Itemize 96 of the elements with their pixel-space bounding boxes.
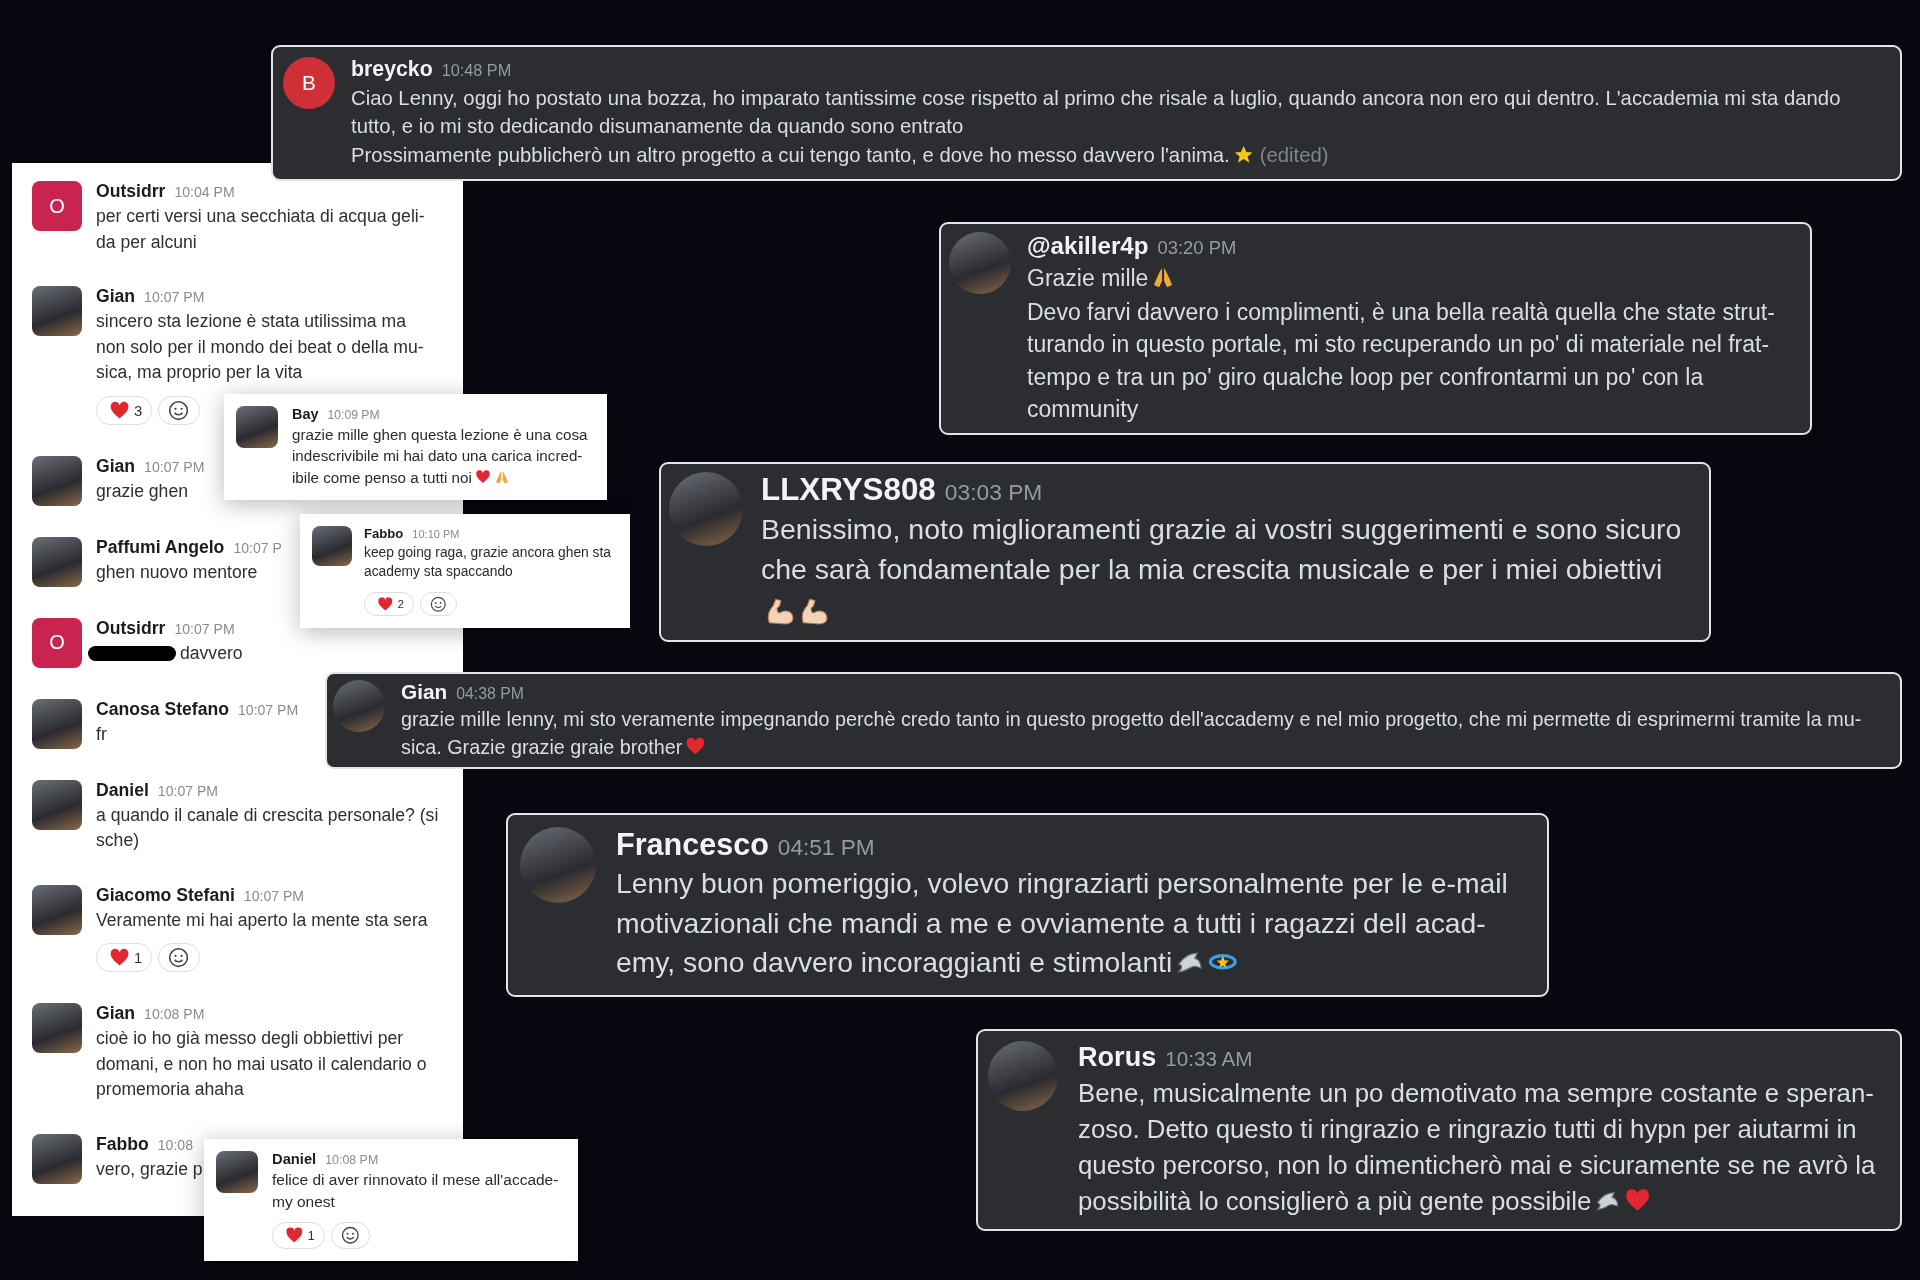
author-name: Gian (96, 1003, 136, 1025)
reaction-button[interactable]: 1 (272, 1222, 325, 1249)
avatar-photo (32, 455, 82, 506)
reaction-button[interactable]: 3 (96, 395, 153, 425)
author-name: Outsidrr (96, 181, 166, 202)
message-text: ghen nuovo mentore (96, 561, 258, 582)
author-name: Paffumi Angelo (96, 536, 225, 558)
message-time: 04:38 PM (456, 685, 524, 703)
message-text: my onest (272, 1192, 335, 1210)
message-text: felice di aver rinnovato il mese all'accade- (272, 1170, 559, 1190)
message-text: Prossimamente pubblicherò un altro progetto a cui tengo tanto, e dove ho messo davvero l'anima. (351, 143, 1230, 166)
avatar-photo (32, 536, 82, 587)
author-name: Bay (292, 406, 319, 422)
message-text: Benissimo, noto miglioramenti grazie ai vostri suggerimenti e sono sicuro (761, 512, 1682, 547)
author-name: Daniel (272, 1151, 317, 1167)
message-text: grazie mille lenny, mi sto veramente impegnando perchè credo tanto in questo progetto dell'accademy e nel mio progetto, che mi permette di esprimermi tramite la mu- (401, 707, 1862, 732)
message-time: 10:48 PM (441, 61, 512, 80)
heart-icon (285, 1226, 304, 1245)
message-text: Veramente mi hai aperto la mente sta sera (96, 909, 428, 930)
message-text: a quando il canale di crescita personale? (si (96, 803, 439, 827)
message-text: Grazie mille (1027, 265, 1149, 291)
author-name: Rorus (1078, 1041, 1157, 1073)
message-text: promemoria ahaha (96, 1079, 244, 1100)
smiley-icon (430, 595, 447, 613)
message-text: davvero (180, 642, 243, 663)
author-name: @akiller4p (1027, 232, 1149, 260)
author-name: Fabbo (96, 1133, 149, 1155)
message-text: per certi versi una secchiata di acqua geli- (96, 205, 425, 228)
message-time: 10:08 PM (325, 1153, 379, 1167)
message-time: 03:03 PM (944, 479, 1043, 506)
edited-label: (edited) (1259, 143, 1329, 166)
letter-avatar: B (283, 57, 335, 109)
add-reaction-button[interactable] (330, 1222, 370, 1249)
add-reaction-button[interactable] (420, 591, 457, 617)
message-text: Devo farvi davvero i complimenti, è una bella realtà quella che state strut- turando in questo portale, mi sto recuperando un po' di materiale nel frat- tempo e tra un po' giro qualche loop per confrontarmi un po' con la community (1027, 299, 1775, 422)
message-text: possibilità lo consiglierò a più gente possibile (1078, 1187, 1592, 1216)
author-name: Gian (401, 680, 448, 704)
heart-icon (109, 399, 131, 421)
message-time: 10:07 PM (174, 620, 235, 637)
message-time: 10:08 (157, 1136, 193, 1153)
avatar-photo (312, 526, 352, 566)
message-text: sica. Grazie grazie graie brother (401, 735, 683, 758)
message-text: emy, sono davvero incoraggianti e stimolanti (616, 946, 1173, 979)
smiley-icon (168, 947, 190, 969)
message-time: 10:10 PM (412, 528, 460, 540)
message-time: 10:07 PM (144, 289, 205, 305)
avatar-photo (236, 406, 278, 448)
avatar-photo (32, 1133, 82, 1184)
message-time: 10:33 AM (1165, 1047, 1253, 1071)
message-time: 10:07 PM (243, 887, 305, 904)
add-reaction-button[interactable] (158, 943, 200, 973)
message-text: grazie ghen (96, 480, 188, 501)
message-text: sica, ma proprio per la vita (96, 362, 303, 382)
avatar-photo (32, 1003, 82, 1054)
message-text: ibile come penso a tutti noi (292, 468, 472, 486)
author-name: Outsidrr (96, 617, 166, 639)
message-text: fr (96, 723, 107, 744)
author-name: Gian (96, 455, 136, 477)
author-name: Canosa Stefano (96, 698, 229, 720)
avatar-photo (32, 286, 82, 336)
message-time: 03:20 PM (1157, 237, 1237, 259)
message-time: 10:04 PM (174, 184, 235, 200)
message-time: 10:07 PM (144, 458, 205, 475)
message-time: 10:07 PM (237, 701, 299, 718)
avatar-photo (216, 1151, 258, 1193)
message-time: 04:51 PM (777, 835, 875, 861)
letter-avatar: O (32, 181, 82, 231)
message-text: Ciao Lenny, oggi ho postato una bozza, ho imparato tantissime cose rispetto al primo che risale a luglio, quando ancora non ero qui dentro. L'accademia mi sta dando tutto, e io mi sto dedicando disumanamente da quando sono entrato (351, 86, 1841, 140)
heart-icon (377, 595, 394, 613)
message-time: 10:07 PM (157, 782, 219, 799)
message-text: keep going raga, grazie ancora ghen sta (364, 544, 611, 562)
author-name: Francesco (616, 827, 769, 862)
message-text: che sarà fondamentale per la mia crescita musicale e per i miei obiettivi (761, 552, 1663, 585)
message-time: 10:08 PM (144, 1006, 205, 1023)
message-text: da per alcuni (96, 231, 197, 252)
avatar-photo (32, 884, 82, 935)
author-name: Gian (96, 286, 136, 307)
letter-avatar: O (32, 617, 82, 668)
avatar-photo (32, 779, 82, 830)
author-name: breycko (351, 57, 433, 82)
message-text: vero, grazie p (96, 1158, 203, 1179)
author-name: Giacomo Stefani (96, 884, 235, 906)
author-name: LLXRYS808 (761, 472, 936, 508)
avatar-photo (32, 698, 82, 749)
reaction-button[interactable]: 2 (364, 591, 415, 617)
author-name: Daniel (96, 779, 149, 801)
avatar-photo (333, 680, 385, 732)
author-name: Fabbo (364, 526, 404, 541)
message-time: 10:09 PM (327, 408, 380, 422)
reaction-button[interactable]: 1 (96, 943, 153, 973)
message-text: academy sta spaccando (364, 564, 513, 580)
message-text: sche) (96, 830, 140, 851)
add-reaction-button[interactable] (158, 395, 200, 425)
smiley-icon (340, 1226, 360, 1245)
message-time: 10:07 P (233, 539, 282, 556)
smiley-icon (168, 399, 190, 421)
